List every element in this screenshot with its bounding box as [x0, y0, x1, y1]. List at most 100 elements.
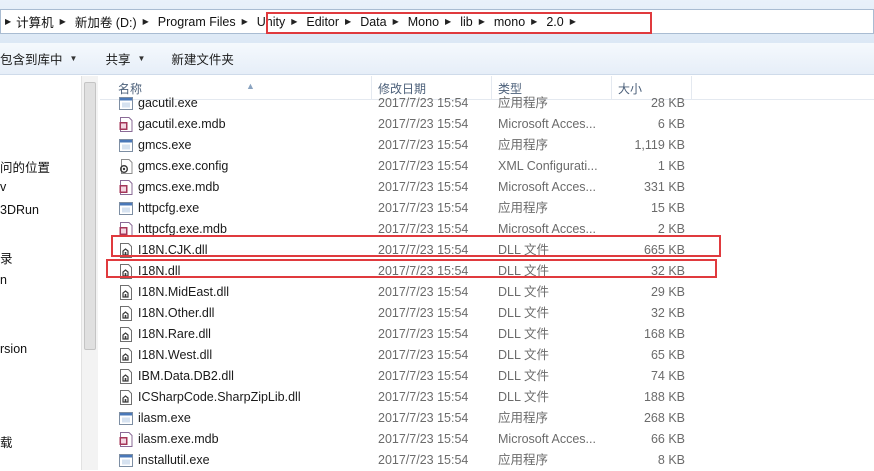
- file-row[interactable]: I18N.MidEast.dll 2017/7/23 15:54 DLL 文件 29 …: [100, 282, 874, 303]
- file-row[interactable]: installutil.exe 2017/7/23 15:54 应用程序 8 KB: [100, 450, 874, 471]
- nav-item-zai[interactable]: 载: [0, 432, 13, 451]
- file-row[interactable]: gacutil.exe 2017/7/23 15:54 应用程序 28 KB: [100, 93, 874, 114]
- scrollbar-thumb[interactable]: [84, 82, 96, 350]
- file-row[interactable]: I18N.Rare.dll 2017/7/23 15:54 DLL 文件 168 KB: [100, 324, 874, 345]
- file-date: 2017/7/23 15:54: [378, 180, 469, 194]
- nav-item-recent-places[interactable]: 问的位置: [0, 157, 50, 176]
- file-row[interactable]: gmcs.exe 2017/7/23 15:54 应用程序 1,119 KB: [100, 135, 874, 156]
- file-size: 268 KB: [643, 411, 685, 425]
- share-button[interactable]: 共享 ▼: [97, 47, 153, 71]
- exe-icon: [119, 201, 133, 216]
- file-name: installutil.exe: [138, 453, 210, 467]
- dll-icon: [119, 390, 133, 405]
- file-type: 应用程序: [498, 96, 549, 110]
- chevron-right-icon[interactable]: ▶: [58, 17, 70, 26]
- mdb-icon: [119, 180, 133, 195]
- file-row[interactable]: gmcs.exe.config 2017/7/23 15:54 XML Config…: [100, 156, 874, 177]
- include-in-library-button[interactable]: 包含到库中 ▼: [0, 47, 85, 71]
- file-date: 2017/7/23 15:54: [378, 96, 469, 110]
- chevron-right-icon[interactable]: ▶: [391, 17, 403, 26]
- highlight-box-i18n: [106, 259, 717, 278]
- file-size: 65 KB: [650, 348, 685, 362]
- file-date: 2017/7/23 15:54: [378, 369, 469, 383]
- file-name: I18N.Other.dll: [138, 306, 215, 320]
- nav-item-lu[interactable]: 录: [0, 248, 13, 267]
- breadcrumb-unity[interactable]: Unity ▶: [252, 10, 302, 33]
- nav-item-rsion[interactable]: rsion: [0, 342, 27, 356]
- file-row[interactable]: I18N.West.dll 2017/7/23 15:54 DLL 文件 65 KB: [100, 345, 874, 366]
- file-date: 2017/7/23 15:54: [378, 327, 469, 341]
- file-size: 28 KB: [650, 96, 685, 110]
- chevron-right-icon[interactable]: ▶: [343, 17, 355, 26]
- breadcrumb-computer[interactable]: 计算机 ▶: [11, 10, 70, 33]
- breadcrumb-data[interactable]: Data ▶: [355, 10, 403, 33]
- navigation-scrollbar[interactable]: [81, 76, 98, 470]
- exe-icon: [119, 96, 133, 111]
- file-type: 应用程序: [498, 411, 549, 425]
- file-row[interactable]: ICSharpCode.SharpZipLib.dll 2017/7/23 15:…: [100, 387, 874, 408]
- file-row[interactable]: ilasm.exe 2017/7/23 15:54 应用程序 268 KB: [100, 408, 874, 429]
- dll-icon: [119, 306, 133, 321]
- file-size: 1 KB: [657, 159, 685, 173]
- breadcrumb-label: Editor: [306, 14, 340, 29]
- file-type: XML Configurati...: [498, 159, 598, 173]
- file-row[interactable]: ilasm.exe.mdb 2017/7/23 15:54 Microsoft Ac…: [100, 429, 874, 450]
- file-name: gmcs.exe: [138, 138, 192, 152]
- file-date: 2017/7/23 15:54: [378, 348, 469, 362]
- breadcrumb-chevron-icon[interactable]: ▶: [1, 17, 11, 26]
- file-date: 2017/7/23 15:54: [378, 159, 469, 173]
- highlight-box-i18n-cjk: [111, 235, 721, 257]
- file-row[interactable]: gmcs.exe.mdb 2017/7/23 15:54 Microsoft Acc…: [100, 177, 874, 198]
- breadcrumb-drive-d[interactable]: 新加卷 (D:) ▶: [70, 10, 153, 33]
- file-name: I18N.Rare.dll: [138, 327, 211, 341]
- file-row[interactable]: I18N.Other.dll 2017/7/23 15:54 DLL 文件 32 KB: [100, 303, 874, 324]
- file-name: gacutil.exe: [138, 96, 198, 110]
- dll-icon: [119, 369, 133, 384]
- file-type: DLL 文件: [498, 348, 549, 362]
- file-type: DLL 文件: [498, 306, 549, 320]
- chevron-right-icon[interactable]: ▶: [568, 17, 580, 26]
- nav-item-v[interactable]: v: [0, 180, 6, 194]
- file-row[interactable]: IBM.Data.DB2.dll 2017/7/23 15:54 DLL 文件 74 …: [100, 366, 874, 387]
- breadcrumb-2-0[interactable]: 2.0 ▶: [541, 10, 580, 33]
- breadcrumb-label: 新加卷 (D:): [74, 16, 137, 30]
- file-type: Microsoft Acces...: [498, 117, 596, 131]
- file-name: ilasm.exe: [138, 411, 191, 425]
- breadcrumb-label: Mono: [407, 14, 440, 29]
- file-type: 应用程序: [498, 201, 549, 215]
- file-name: gmcs.exe.mdb: [138, 180, 220, 194]
- file-size: 1,119 KB: [634, 138, 685, 152]
- chevron-right-icon[interactable]: ▶: [443, 17, 455, 26]
- file-date: 2017/7/23 15:54: [378, 285, 469, 299]
- file-name: httpcfg.exe: [138, 201, 200, 215]
- breadcrumb-mono[interactable]: Mono ▶: [403, 10, 455, 33]
- breadcrumb-program-files[interactable]: Program Files ▶: [153, 10, 252, 33]
- new-folder-button[interactable]: 新建文件夹: [163, 47, 242, 71]
- dll-icon: [119, 285, 133, 300]
- file-type: Microsoft Acces...: [498, 180, 596, 194]
- file-name: I18N.MidEast.dll: [138, 285, 230, 299]
- file-date: 2017/7/23 15:54: [378, 390, 469, 404]
- file-date: 2017/7/23 15:54: [378, 453, 469, 467]
- share-label: 共享: [105, 53, 131, 67]
- chevron-right-icon[interactable]: ▶: [240, 17, 252, 26]
- nav-item-3drun[interactable]: 3DRun: [0, 203, 39, 217]
- file-row[interactable]: httpcfg.exe 2017/7/23 15:54 应用程序 15 KB: [100, 198, 874, 219]
- file-size: 6 KB: [657, 117, 685, 131]
- chevron-right-icon[interactable]: ▶: [529, 17, 541, 26]
- file-type: Microsoft Acces...: [498, 432, 596, 446]
- file-row[interactable]: gacutil.exe.mdb 2017/7/23 15:54 Microsoft …: [100, 114, 874, 135]
- chevron-right-icon[interactable]: ▶: [477, 17, 489, 26]
- file-size: 331 KB: [643, 180, 685, 194]
- nav-item-n[interactable]: n: [0, 273, 7, 287]
- file-size: 15 KB: [650, 201, 685, 215]
- file-date: 2017/7/23 15:54: [378, 432, 469, 446]
- address-bar[interactable]: ▶ 计算机 ▶ 新加卷 (D:) ▶ Program Files ▶ Unity ▶ E…: [0, 9, 874, 34]
- breadcrumb-lib[interactable]: lib ▶: [455, 10, 489, 33]
- chevron-right-icon[interactable]: ▶: [289, 17, 301, 26]
- breadcrumb-label: Unity: [256, 14, 286, 29]
- breadcrumb-mono-sub[interactable]: mono ▶: [489, 10, 541, 33]
- breadcrumb-editor[interactable]: Editor ▶: [301, 10, 355, 33]
- chevron-right-icon[interactable]: ▶: [141, 17, 153, 26]
- file-size: 74 KB: [650, 369, 685, 383]
